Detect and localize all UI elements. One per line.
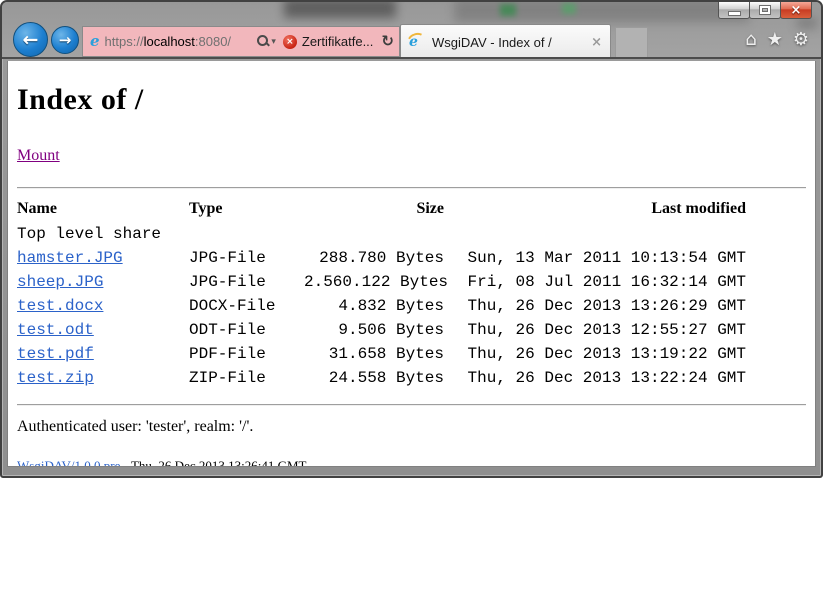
file-link[interactable]: hamster.JPG	[17, 249, 123, 267]
server-timestamp: - Thu, 26 Dec 2013 13:26:41 GMT	[120, 458, 306, 467]
search-icon[interactable]	[257, 35, 268, 46]
file-size: 9.506 Bytes	[304, 318, 444, 342]
file-size: 31.658 Bytes	[304, 342, 444, 366]
column-header-type: Type	[189, 196, 304, 222]
minimize-button[interactable]	[718, 2, 750, 19]
column-header-modified: Last modified	[444, 196, 746, 222]
table-row: sheep.JPG JPG-File 2.560.122 Bytes Fri, …	[17, 270, 746, 294]
maximize-icon	[760, 6, 770, 14]
table-row: test.zip ZIP-File 24.558 Bytes Thu, 26 D…	[17, 366, 746, 390]
file-link[interactable]: test.zip	[17, 369, 94, 387]
file-link[interactable]: sheep.JPG	[17, 273, 103, 291]
file-modified: Fri, 08 Jul 2011 16:32:14 GMT	[444, 270, 746, 294]
ie-page-icon: e	[90, 34, 100, 49]
desktop-glimpse	[562, 3, 576, 14]
refresh-icon[interactable]: ↻	[381, 34, 394, 49]
server-signature-line: WsgiDAV/1.0.0.pre - Thu, 26 Dec 2013 13:…	[17, 458, 806, 467]
desktop-glimpse	[797, 18, 817, 28]
file-modified: Thu, 26 Dec 2013 13:26:29 GMT	[444, 294, 746, 318]
file-modified: Thu, 26 Dec 2013 13:22:24 GMT	[444, 366, 746, 390]
screenshot-root: ← → e https://localhost:8080/ ▾ × Zertif…	[0, 0, 823, 600]
chevron-down-icon[interactable]: ▾	[271, 37, 276, 47]
file-type: ODT-File	[189, 318, 304, 342]
table-row: test.odt ODT-File 9.506 Bytes Thu, 26 De…	[17, 318, 746, 342]
browser-chrome: ← → e https://localhost:8080/ ▾ × Zertif…	[2, 2, 821, 59]
minimize-icon	[729, 12, 740, 15]
file-type: ZIP-File	[189, 366, 304, 390]
url-text[interactable]: https://localhost:8080/	[105, 34, 258, 49]
wsgidav-version-link[interactable]: WsgiDAV/1.0.0.pre	[17, 458, 120, 467]
file-link[interactable]: test.docx	[17, 297, 103, 315]
table-row: hamster.JPG JPG-File 288.780 Bytes Sun, …	[17, 246, 746, 270]
address-bar[interactable]: e https://localhost:8080/ ▾ × Zertifikat…	[82, 26, 400, 57]
browser-window: ← → e https://localhost:8080/ ▾ × Zertif…	[0, 0, 823, 478]
command-bar: ⌂ ★ ⚙	[745, 29, 809, 51]
tab-close-icon[interactable]: ×	[585, 36, 602, 49]
wsgidav-index-page: Index of / Mount Name Type Size Last mod…	[8, 83, 815, 467]
table-row: test.docx DOCX-File 4.832 Bytes Thu, 26 …	[17, 294, 746, 318]
forward-button[interactable]: →	[51, 26, 79, 54]
table-header-row: Name Type Size Last modified	[17, 196, 746, 222]
share-note: Top level share	[17, 222, 746, 246]
file-size: 24.558 Bytes	[304, 366, 444, 390]
forward-arrow-icon: →	[59, 31, 72, 49]
url-path: :8080/	[195, 34, 231, 49]
favorites-star-icon[interactable]: ★	[767, 29, 783, 51]
back-arrow-icon: ←	[23, 29, 39, 51]
column-header-name: Name	[17, 196, 189, 222]
desktop-glimpse	[284, 2, 396, 18]
file-size: 288.780 Bytes	[304, 246, 444, 270]
maximize-button[interactable]	[749, 2, 781, 19]
desktop-glimpse	[500, 4, 516, 16]
page-title: Index of /	[17, 83, 806, 117]
file-listing-table: Name Type Size Last modified Top level s…	[17, 196, 746, 390]
tab-title: WsgiDAV - Index of /	[432, 35, 585, 50]
new-tab-button[interactable]	[615, 27, 648, 57]
file-type: PDF-File	[189, 342, 304, 366]
mount-link[interactable]: Mount	[17, 147, 60, 164]
url-host: localhost	[144, 34, 195, 49]
file-type: DOCX-File	[189, 294, 304, 318]
file-type: JPG-File	[189, 246, 304, 270]
back-button[interactable]: ←	[13, 22, 48, 57]
file-modified: Sun, 13 Mar 2011 10:13:54 GMT	[444, 246, 746, 270]
tab-wsgidav[interactable]: e WsgiDAV - Index of / ×	[400, 24, 611, 59]
tools-gear-icon[interactable]: ⚙	[793, 29, 809, 51]
url-scheme: https://	[105, 34, 144, 49]
file-type: JPG-File	[189, 270, 304, 294]
file-size: 2.560.122 Bytes	[304, 270, 444, 294]
file-modified: Thu, 26 Dec 2013 13:19:22 GMT	[444, 342, 746, 366]
file-link[interactable]: test.odt	[17, 321, 94, 339]
mount-link-wrap: Mount	[17, 147, 806, 165]
page-viewport: Index of / Mount Name Type Size Last mod…	[7, 61, 816, 467]
file-size: 4.832 Bytes	[304, 294, 444, 318]
desktop-glimpse	[454, 2, 749, 22]
share-note-row: Top level share	[17, 222, 746, 246]
file-modified: Thu, 26 Dec 2013 12:55:27 GMT	[444, 318, 746, 342]
certificate-error-icon[interactable]: ×	[283, 35, 297, 49]
close-icon: ×	[791, 4, 802, 17]
authenticated-user-line: Authenticated user: 'tester', realm: '/'…	[17, 418, 806, 436]
window-controls: ×	[719, 2, 812, 19]
home-icon[interactable]: ⌂	[745, 29, 756, 51]
column-header-size: Size	[304, 196, 444, 222]
file-link[interactable]: test.pdf	[17, 345, 94, 363]
divider-bottom	[17, 404, 806, 406]
ie-tab-icon: e	[409, 35, 426, 49]
certificate-error-label[interactable]: Zertifikatfe...	[302, 34, 374, 49]
table-row: test.pdf PDF-File 31.658 Bytes Thu, 26 D…	[17, 342, 746, 366]
close-button[interactable]: ×	[780, 2, 812, 19]
divider-top	[17, 187, 806, 189]
